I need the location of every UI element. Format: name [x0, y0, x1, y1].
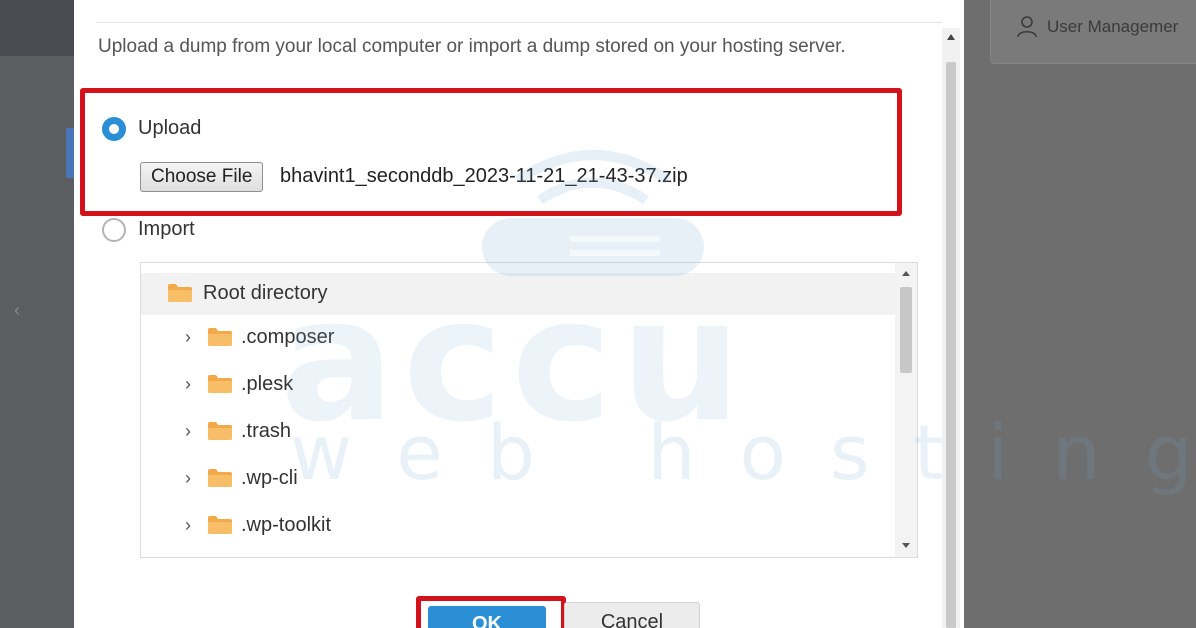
tree-item[interactable]: › .wp-toolkit — [141, 503, 895, 549]
tree-item[interactable]: › .trash — [141, 409, 895, 455]
upload-radio-label[interactable]: Upload — [138, 117, 201, 140]
tree-item-label: .composer — [241, 326, 335, 348]
folder-icon — [208, 469, 232, 487]
upload-highlight-box — [80, 88, 902, 216]
tree-item[interactable]: › .composer — [141, 315, 895, 361]
dialog-divider — [96, 22, 942, 23]
tree-root-directory[interactable]: Root directory — [141, 273, 895, 315]
background-left-panel: ‹ — [0, 0, 74, 628]
choose-file-button[interactable]: Choose File — [140, 162, 264, 192]
folder-icon — [208, 516, 232, 534]
chevron-right-icon[interactable]: › — [185, 374, 191, 395]
import-radio-label[interactable]: Import — [138, 218, 195, 241]
dialog-scrollbar[interactable] — [942, 28, 960, 628]
scroll-down-icon[interactable] — [902, 543, 910, 548]
ok-button[interactable]: OK — [428, 606, 546, 628]
user-management-label: User Managemer — [1047, 17, 1179, 36]
background-right-panel — [964, 0, 1196, 628]
user-icon — [1017, 16, 1037, 38]
tree-item-label: .plesk — [241, 373, 294, 395]
tree-item-label: .trash — [241, 420, 292, 442]
background-bar — [0, 0, 74, 56]
import-radio[interactable] — [102, 218, 126, 242]
import-dump-dialog: Upload a dump from your local computer o… — [74, 0, 964, 628]
tree-item[interactable]: › .plesk — [141, 362, 895, 408]
folder-icon — [208, 328, 232, 346]
chevron-left-icon: ‹ — [14, 300, 20, 320]
upload-radio[interactable] — [102, 117, 126, 141]
dialog-scrollbar-thumb[interactable] — [946, 62, 956, 628]
scroll-up-icon[interactable] — [902, 271, 910, 276]
folder-icon — [208, 375, 232, 393]
user-management-card[interactable]: User Managemer — [990, 0, 1196, 64]
chevron-right-icon[interactable]: › — [185, 327, 191, 348]
dialog-description: Upload a dump from your local computer o… — [98, 36, 846, 57]
selected-file-name: bhavint1_seconddb_2023-11-21_21-43-37.zi… — [280, 165, 688, 187]
chevron-right-icon[interactable]: › — [185, 515, 191, 536]
background-active-marker — [66, 128, 74, 178]
folder-icon — [168, 284, 192, 302]
directory-tree[interactable]: Root directory › .composer › .plesk › .t… — [140, 262, 918, 558]
folder-icon — [208, 422, 232, 440]
tree-item-label: .wp-cli — [241, 467, 298, 489]
tree-item-label: .wp-toolkit — [241, 514, 332, 536]
cancel-button[interactable]: Cancel — [564, 602, 700, 628]
chevron-right-icon[interactable]: › — [185, 421, 191, 442]
chevron-right-icon[interactable]: › — [185, 468, 191, 489]
tree-scrollbar-thumb[interactable] — [900, 287, 912, 373]
tree-root-label: Root directory — [203, 282, 328, 304]
tree-item[interactable]: › .wp-cli — [141, 456, 895, 502]
scroll-up-icon[interactable] — [947, 34, 955, 40]
tree-scrollbar[interactable] — [895, 263, 917, 557]
